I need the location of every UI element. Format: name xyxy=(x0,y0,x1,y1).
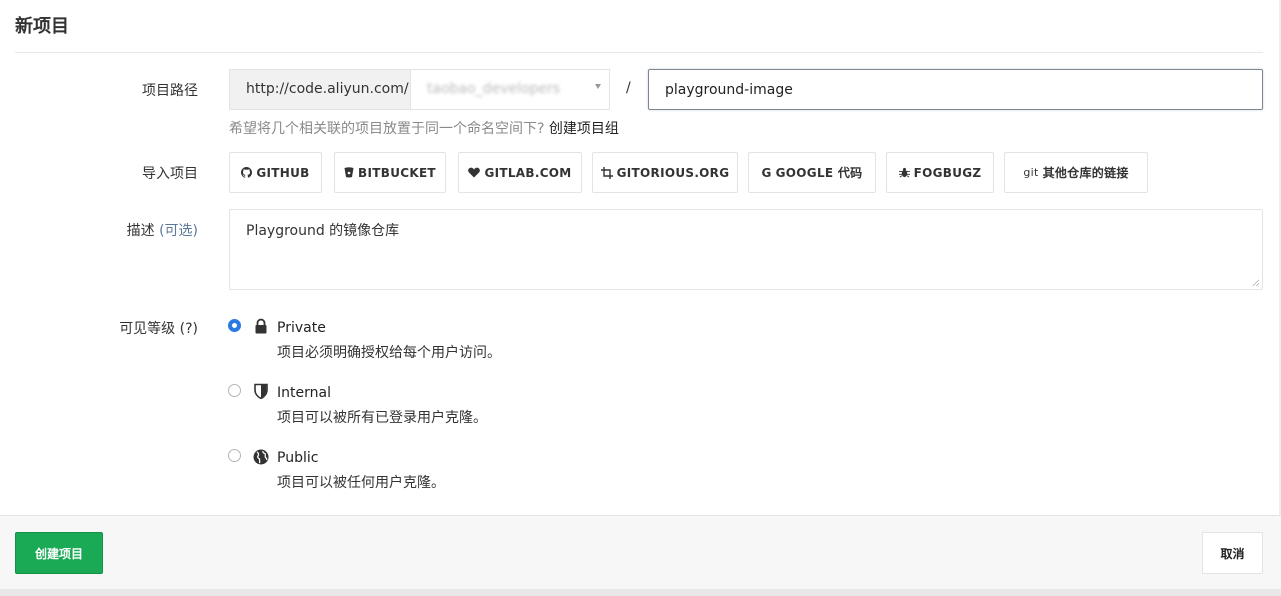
import-github-button[interactable]: GITHUB xyxy=(229,152,322,193)
namespace-select[interactable]: taobao_developers xyxy=(410,69,610,110)
description-label: 描述 (可选) xyxy=(0,220,198,240)
description-textarea[interactable]: Playground 的镜像仓库 xyxy=(229,209,1263,290)
path-label: 项目路径 xyxy=(142,83,198,99)
import-gitorious-label: GITORIOUS.ORG xyxy=(616,165,730,180)
footer-bottom-edge xyxy=(0,589,1281,596)
namespace-value: taobao_developers xyxy=(427,81,561,97)
visibility-private-radio[interactable] xyxy=(228,319,241,332)
visibility-internal-title: Internal xyxy=(277,385,331,401)
heart-icon xyxy=(468,167,481,178)
create-group-link[interactable]: 创建项目组 xyxy=(549,121,619,137)
globe-icon xyxy=(253,449,269,465)
import-fogbugz-label: FOGBUGZ xyxy=(913,165,982,180)
bitbucket-icon xyxy=(344,167,354,178)
visibility-internal-radio[interactable] xyxy=(228,384,241,397)
description-optional: (可选) xyxy=(159,223,198,239)
description-label-text: 描述 xyxy=(126,223,155,239)
git-icon: git xyxy=(1023,166,1039,179)
page-title: 新项目 xyxy=(15,16,69,37)
visibility-public-title: Public xyxy=(277,450,319,466)
import-github-label: GITHUB xyxy=(256,165,310,180)
bug-icon xyxy=(898,167,910,178)
visibility-private-title: Private xyxy=(277,320,326,336)
lock-icon xyxy=(255,318,267,334)
title-divider xyxy=(15,52,1263,53)
path-separator: / xyxy=(626,80,631,96)
import-bitbucket-label: BITBUCKET xyxy=(358,165,436,180)
visibility-label: 可见等级 (?) xyxy=(119,321,198,337)
visibility-internal-desc: 项目可以被所有已登录用户克隆。 xyxy=(277,410,487,426)
shield-icon xyxy=(254,383,268,399)
chevron-down-icon xyxy=(595,84,601,89)
github-icon xyxy=(241,167,253,178)
google-icon: G xyxy=(761,165,772,180)
visibility-public-radio[interactable] xyxy=(228,449,241,462)
import-gitlab-button[interactable]: GITLAB.COM xyxy=(458,152,582,193)
path-help: 希望将几个相关联的项目放置于同一个命名空间下? 创建项目组 xyxy=(229,118,619,138)
import-fogbugz-button[interactable]: FOGBUGZ xyxy=(886,152,994,193)
description-value: Playground 的镜像仓库 xyxy=(246,223,400,239)
import-google-code-label: GOOGLE 代码 xyxy=(775,166,863,180)
cancel-button[interactable]: 取消 xyxy=(1202,532,1263,574)
import-google-code-button[interactable]: G GOOGLE 代码 xyxy=(748,152,876,193)
import-other-repo-button[interactable]: git 其他仓库的链接 xyxy=(1004,152,1148,193)
form-actions-bar xyxy=(0,515,1281,596)
resize-handle-icon[interactable] xyxy=(1252,279,1259,286)
path-help-text: 希望将几个相关联的项目放置于同一个命名空间下? xyxy=(229,121,545,137)
visibility-private-desc: 项目必须明确授权给每个用户访问。 xyxy=(277,345,501,361)
import-other-repo-label: 其他仓库的链接 xyxy=(1042,166,1129,180)
import-bitbucket-button[interactable]: BITBUCKET xyxy=(334,152,446,193)
import-gitorious-button[interactable]: GITORIOUS.ORG xyxy=(592,152,738,193)
create-project-button[interactable]: 创建项目 xyxy=(15,532,103,574)
import-label: 导入项目 xyxy=(142,166,198,182)
path-prefix: http://code.aliyun.com/ xyxy=(229,69,411,110)
project-name-input[interactable] xyxy=(648,69,1263,110)
crop-icon xyxy=(600,166,613,179)
visibility-public-desc: 项目可以被任何用户克隆。 xyxy=(277,475,445,491)
import-gitlab-label: GITLAB.COM xyxy=(484,165,572,180)
